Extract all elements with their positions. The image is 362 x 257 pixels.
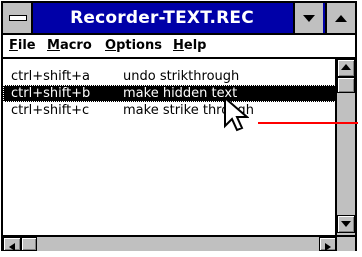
window-title: Recorder-TEXT.REC (70, 8, 254, 28)
maximize-button[interactable] (325, 3, 355, 33)
horizontal-scrollbar[interactable] (3, 235, 337, 251)
vertical-scrollbar[interactable] (335, 59, 355, 235)
menu-help[interactable]: Help (173, 37, 206, 55)
recorder-window: Recorder-TEXT.REC File Macro Options Hel… (1, 1, 357, 251)
scroll-down-button[interactable] (337, 215, 355, 233)
scroll-down-arrow-icon (341, 221, 351, 227)
system-menu-icon (9, 15, 27, 21)
title-bar[interactable]: Recorder-TEXT.REC (3, 3, 355, 35)
scroll-right-arrow-icon (325, 243, 331, 251)
macro-list[interactable]: ctrl+shift+a undo strikthrough ctrl+shif… (3, 59, 337, 235)
menu-file[interactable]: File (9, 37, 36, 55)
vertical-scroll-thumb[interactable] (337, 77, 355, 93)
scroll-up-button[interactable] (337, 59, 355, 77)
macro-action: undo strikthrough (123, 69, 240, 84)
scroll-left-button[interactable] (3, 237, 21, 251)
menu-macro[interactable]: Macro (47, 37, 92, 55)
macro-shortcut: ctrl+shift+b (11, 86, 91, 101)
macro-action: make hidden text (123, 86, 238, 101)
maximize-arrow-icon (335, 15, 347, 22)
minimize-arrow-icon (303, 15, 315, 22)
annotation-pointer-line (258, 122, 358, 124)
macro-row-selected[interactable]: ctrl+shift+b make hidden text (3, 85, 337, 102)
menu-options[interactable]: Options (105, 37, 162, 55)
scroll-left-arrow-icon (9, 243, 15, 251)
menu-bar: File Macro Options Help (3, 35, 355, 59)
macro-row[interactable]: ctrl+shift+c make strike through (3, 102, 337, 119)
macro-shortcut: ctrl+shift+a (11, 69, 91, 84)
arrow-pointer-icon (224, 96, 249, 132)
scroll-up-arrow-icon (341, 64, 351, 70)
macro-shortcut: ctrl+shift+c (11, 103, 90, 118)
system-menu-button[interactable] (3, 3, 33, 33)
horizontal-scroll-thumb[interactable] (21, 237, 37, 251)
macro-row[interactable]: ctrl+shift+a undo strikthrough (3, 68, 337, 85)
scrollbar-corner (335, 235, 355, 251)
minimize-button[interactable] (293, 3, 323, 33)
